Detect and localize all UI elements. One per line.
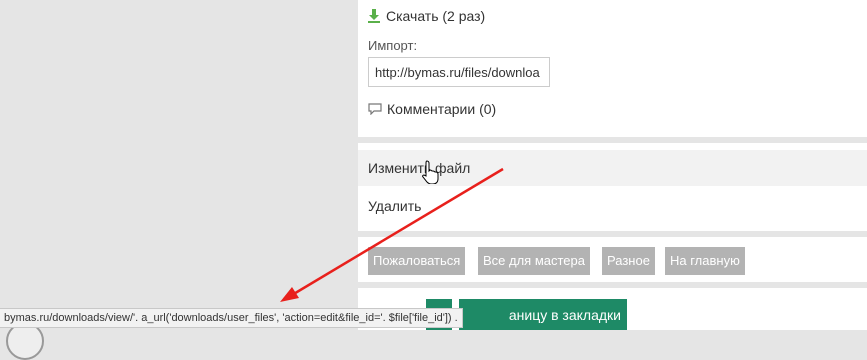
comments-label: Комментарии (0) [387,101,497,117]
home-button[interactable]: На главную [665,247,745,275]
add-bookmark-button[interactable]: аницу в закладки [459,299,627,330]
import-label: Импорт: [368,38,418,53]
misc-category-button[interactable]: Разное [602,247,655,275]
page-background [0,0,358,330]
download-label: Скачать (2 раз) [386,8,486,24]
browser-status-bar: bymas.ru/downloads/view/'. a_url('downlo… [0,308,463,328]
comments-link[interactable]: Комментарии (0) [368,101,496,117]
file-info-panel: Скачать (2 раз) Импорт: Комментарии (0) [358,0,867,137]
master-category-button[interactable]: Все для мастера [478,247,591,275]
speech-bubble-icon [368,103,382,115]
report-button[interactable]: Пожаловаться [368,247,466,275]
download-link[interactable]: Скачать (2 раз) [368,8,485,24]
file-actions-panel: Изменить файл Удалить [358,143,867,231]
delete-file-link[interactable]: Удалить [358,188,867,224]
hand-pointer-icon [422,160,439,184]
import-url-field[interactable] [368,57,550,87]
download-arrow-icon [368,9,380,23]
tags-panel: Пожаловаться Все для мастера Разное На г… [358,237,867,282]
